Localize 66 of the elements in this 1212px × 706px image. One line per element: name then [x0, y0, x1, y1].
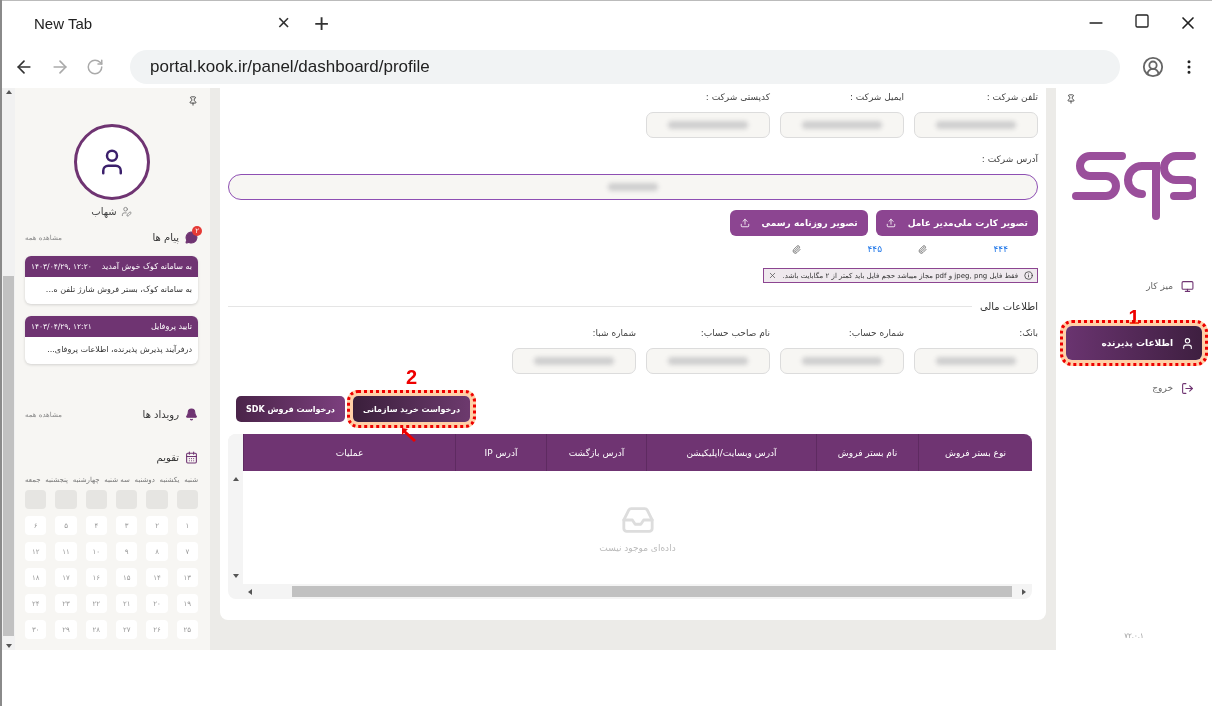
field-label: آدرس شرکت : — [980, 154, 1038, 164]
pointer-arrow-icon — [399, 426, 418, 442]
upload-icon — [739, 218, 750, 228]
field-label: ایمیل شرکت : — [848, 92, 904, 102]
scroll-arrow-icon[interactable] — [231, 475, 240, 483]
browser-tab[interactable]: New Tab × — [22, 5, 302, 41]
pin-icon[interactable] — [1066, 94, 1076, 104]
scrollbar[interactable] — [2, 88, 15, 650]
scroll-arrow-icon[interactable] — [1020, 587, 1028, 596]
column-header: آدرس بازگشت — [546, 434, 646, 471]
new-tab-button[interactable]: + — [314, 7, 330, 39]
field-label: بانک: — [1018, 328, 1038, 338]
input-field[interactable] — [512, 348, 636, 374]
chat-icon — [185, 231, 198, 244]
upload-button[interactable]: تصویر کارت ملی‌مدیر عامل — [875, 210, 1038, 236]
callout-number: 2 — [405, 366, 418, 388]
field-label: نام صاحب حساب: — [699, 328, 770, 338]
column-header: عملیات — [243, 434, 455, 471]
column-header: آدرس IP — [455, 434, 546, 471]
upload-icon — [885, 218, 896, 228]
request-tab[interactable]: درخواست فروش SDK — [236, 396, 345, 422]
paperclip-icon — [918, 244, 927, 254]
input-field[interactable] — [646, 348, 770, 374]
user-icon — [1181, 336, 1194, 350]
file-link[interactable]: ۴۴۵ — [867, 244, 882, 254]
input-field[interactable] — [780, 348, 904, 374]
events-title: رویداد ها — [142, 409, 179, 420]
column-header: آدرس وبسایت/اپلیکیشن — [646, 434, 816, 471]
column-header: نام بستر فروش — [816, 434, 918, 471]
message-preview: به سامانه کوک، بستر فروش شارژ تلفن ه... — [44, 284, 193, 296]
info-icon — [1024, 271, 1033, 280]
paperclip-icon — [792, 244, 801, 254]
address-field[interactable] — [228, 174, 1038, 200]
input-field[interactable] — [780, 112, 904, 138]
calendar-icon — [185, 451, 198, 464]
section-title: اطلاعات مالی — [979, 301, 1038, 312]
message-title: تایید پروفایل — [150, 322, 192, 331]
tab-close-button[interactable]: × — [277, 10, 290, 36]
scroll-arrow-icon[interactable] — [4, 642, 13, 650]
message-preview: درفرآیند پذیرش پذیرنده، اطلاعات پروفای... — [46, 344, 193, 356]
empty-text: داده‌ای موجود نیست — [599, 542, 676, 553]
messages-title: پیام ها — [152, 232, 179, 243]
upload-button[interactable]: تصویر روزنامه رسمی — [729, 210, 868, 236]
input-field[interactable] — [914, 348, 1038, 374]
maximize-icon[interactable] — [1134, 13, 1150, 29]
file-link[interactable]: ۴۴۴ — [993, 244, 1008, 254]
nav-item[interactable]: میز کار — [1066, 272, 1202, 300]
field-label: شماره حساب: — [847, 328, 904, 338]
nav-item[interactable]: خروج — [1066, 374, 1202, 402]
profile-icon[interactable] — [1142, 55, 1164, 78]
address-bar[interactable]: portal.kook.ir/panel/dashboard/profile — [130, 49, 1120, 84]
redacted-value — [608, 183, 658, 191]
field-label: شماره شبا: — [591, 328, 636, 338]
column-header: نوع بستر فروش — [918, 434, 1032, 471]
user-name: شهاب — [91, 206, 117, 217]
logout-icon — [1181, 381, 1194, 395]
input-field[interactable] — [646, 112, 770, 138]
scroll-arrow-icon[interactable] — [4, 88, 13, 96]
field-label: کدپستی شرکت : — [704, 92, 770, 102]
bell-icon — [185, 408, 198, 421]
field-label: تلفن شرکت : — [985, 92, 1038, 102]
monitor-icon — [1181, 279, 1194, 293]
input-field[interactable] — [914, 112, 1038, 138]
message-title: به سامانه کوک خوش آمدید — [101, 262, 192, 271]
pin-icon[interactable] — [188, 96, 198, 106]
calendar-title: تقویم — [156, 452, 179, 463]
